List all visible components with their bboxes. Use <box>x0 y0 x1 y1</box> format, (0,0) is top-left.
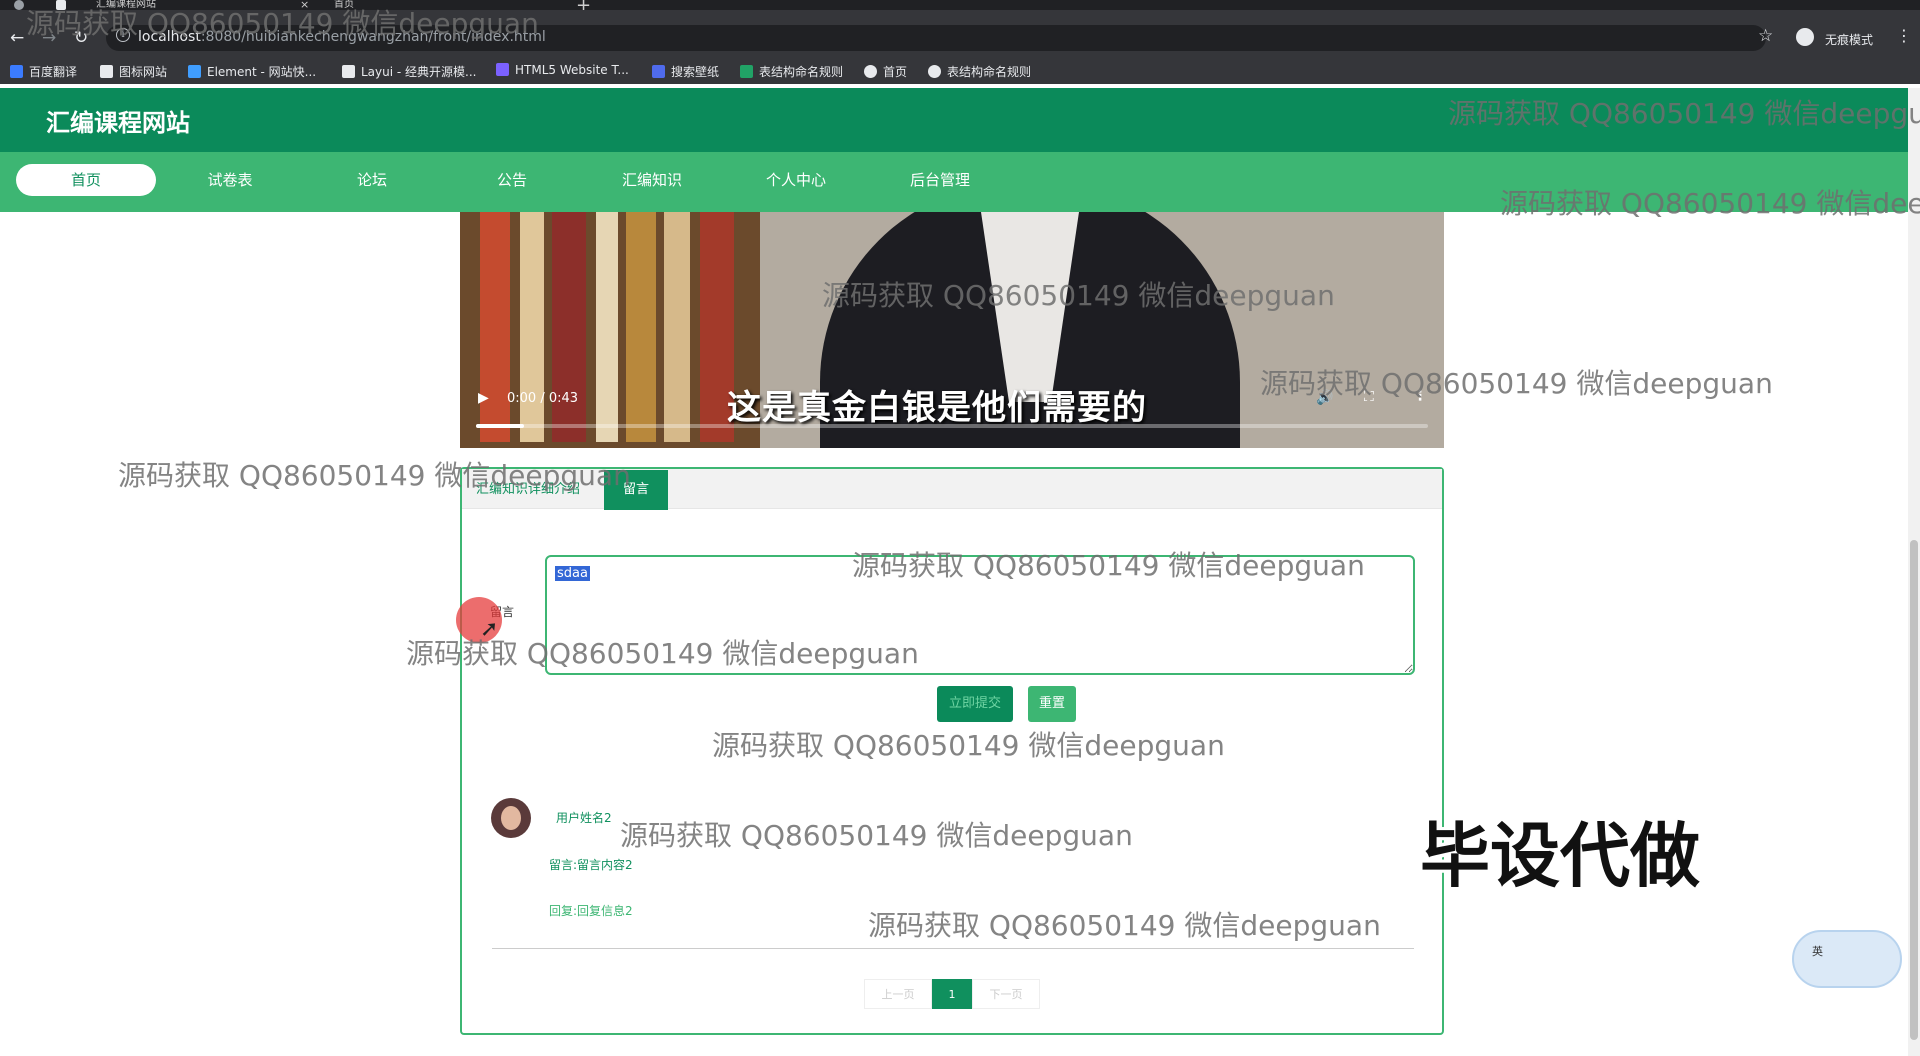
comment-message: 留言:留言内容2 <box>549 858 633 872</box>
watermark: 源码获取 QQ86050149 微信deepguan <box>868 909 1381 942</box>
comment-reply: 回复:回复信息2 <box>549 904 633 918</box>
video-frame-bookshelf <box>460 212 760 448</box>
bookmark-item[interactable]: 图标网站 <box>100 63 167 80</box>
bookmark-label: Layui - 经典开源模... <box>361 65 477 79</box>
globe-icon <box>928 65 941 78</box>
submit-button[interactable]: 立即提交 <box>937 686 1013 722</box>
nav-item-knowledge[interactable]: 汇编知识 <box>582 164 722 196</box>
watermark: 源码获取 QQ86050149 微信deepguan <box>1260 367 1773 400</box>
sheet-icon <box>740 65 753 78</box>
video-timecode: 0:00 / 0:43 <box>507 391 579 406</box>
bookmark-label: 表结构命名规则 <box>759 65 844 79</box>
bookmark-label: 表结构命名规则 <box>947 65 1032 79</box>
bookmark-item[interactable]: 首页 <box>864 63 907 80</box>
bookmark-item[interactable]: Element - 网站快... <box>188 63 316 80</box>
bookmark-label: Element - 网站快... <box>207 65 317 79</box>
scrollbar-thumb[interactable] <box>1910 540 1918 1040</box>
incognito-icon[interactable] <box>1796 28 1814 46</box>
bookmark-label: 首页 <box>883 65 908 79</box>
site-title[interactable]: 汇编课程网站 <box>46 103 190 138</box>
next-page-button[interactable]: 下一页 <box>972 979 1040 1009</box>
watermark: 源码获取 QQ86050149 微信deepguan <box>620 819 1133 852</box>
globe-icon <box>864 65 877 78</box>
browser-menu-icon[interactable] <box>14 0 24 10</box>
watermark: 源码获取 QQ86050149 微信deepguan <box>406 637 919 670</box>
bookmark-star-icon[interactable]: ☆ <box>1758 26 1773 46</box>
comment-user: 用户姓名2 <box>556 811 612 825</box>
bookmark-item[interactable]: HTML5 Website T... <box>496 63 629 77</box>
floating-widget[interactable] <box>1792 930 1902 988</box>
nav-item-profile[interactable]: 个人中心 <box>726 164 866 196</box>
ime-indicator[interactable]: 英 <box>1812 943 1823 959</box>
bookmark-label: 百度翻译 <box>29 65 78 79</box>
wallpaper-icon <box>652 65 665 78</box>
back-icon[interactable]: ← <box>10 28 24 48</box>
translate-icon <box>10 65 23 78</box>
watermark: 源码获取 QQ86050149 微信deepguan <box>852 549 1365 582</box>
prev-page-button[interactable]: 上一页 <box>864 979 932 1009</box>
play-icon[interactable]: ▶ <box>478 390 489 406</box>
bookmark-item[interactable]: Layui - 经典开源模... <box>342 63 476 80</box>
nav-item-exams[interactable]: 试卷表 <box>160 164 300 196</box>
bookmark-item[interactable]: 搜索壁纸 <box>652 63 719 80</box>
promo-stamp: 毕设代做 <box>1420 815 1700 897</box>
layui-icon <box>342 65 355 78</box>
nav-item-forum[interactable]: 论坛 <box>302 164 442 196</box>
browser-menu-kebab-icon[interactable]: ⋮ <box>1896 26 1912 45</box>
flag-icon <box>100 65 113 78</box>
watermark: 源码获取 QQ86050149 微信deepguan <box>26 7 539 40</box>
reset-button[interactable]: 重置 <box>1028 686 1076 722</box>
incognito-label[interactable]: 无痕模式 <box>1825 31 1873 48</box>
watermark: 源码获取 QQ86050149 微信deepguan <box>712 729 1225 762</box>
element-icon <box>188 65 201 78</box>
nav-item-admin[interactable]: 后台管理 <box>870 164 1010 196</box>
bookmark-item[interactable]: 表结构命名规则 <box>928 63 1031 80</box>
comment-divider <box>492 948 1414 949</box>
nav-item-home[interactable]: 首页 <box>16 164 156 196</box>
bookmark-item[interactable]: 百度翻译 <box>10 63 77 80</box>
bookmark-item[interactable]: 表结构命名规则 <box>740 63 843 80</box>
watermark: 源码获取 QQ86050149 微信deepguan <box>118 459 631 492</box>
html5-icon <box>496 63 509 76</box>
video-subtitle: 这是真金白银是他们需要的 <box>727 388 1147 428</box>
watermark: 源码获取 QQ86050149 微信deepguan <box>1500 187 1920 220</box>
bookmark-label: HTML5 Website T... <box>515 63 629 77</box>
watermark: 源码获取 QQ86050149 微信deepguan <box>822 279 1335 312</box>
bookmark-label: 搜索壁纸 <box>671 65 720 79</box>
bookmark-label: 图标网站 <box>119 65 168 79</box>
avatar[interactable] <box>491 798 531 838</box>
watermark: 源码获取 QQ86050149 微信deepguan <box>1448 97 1920 130</box>
video-progress-bar[interactable] <box>476 424 1428 428</box>
video-progress-fill <box>476 424 524 428</box>
current-page[interactable]: 1 <box>932 979 972 1009</box>
comment-selected-text: sdaa <box>555 566 590 581</box>
nav-item-notice[interactable]: 公告 <box>442 164 582 196</box>
